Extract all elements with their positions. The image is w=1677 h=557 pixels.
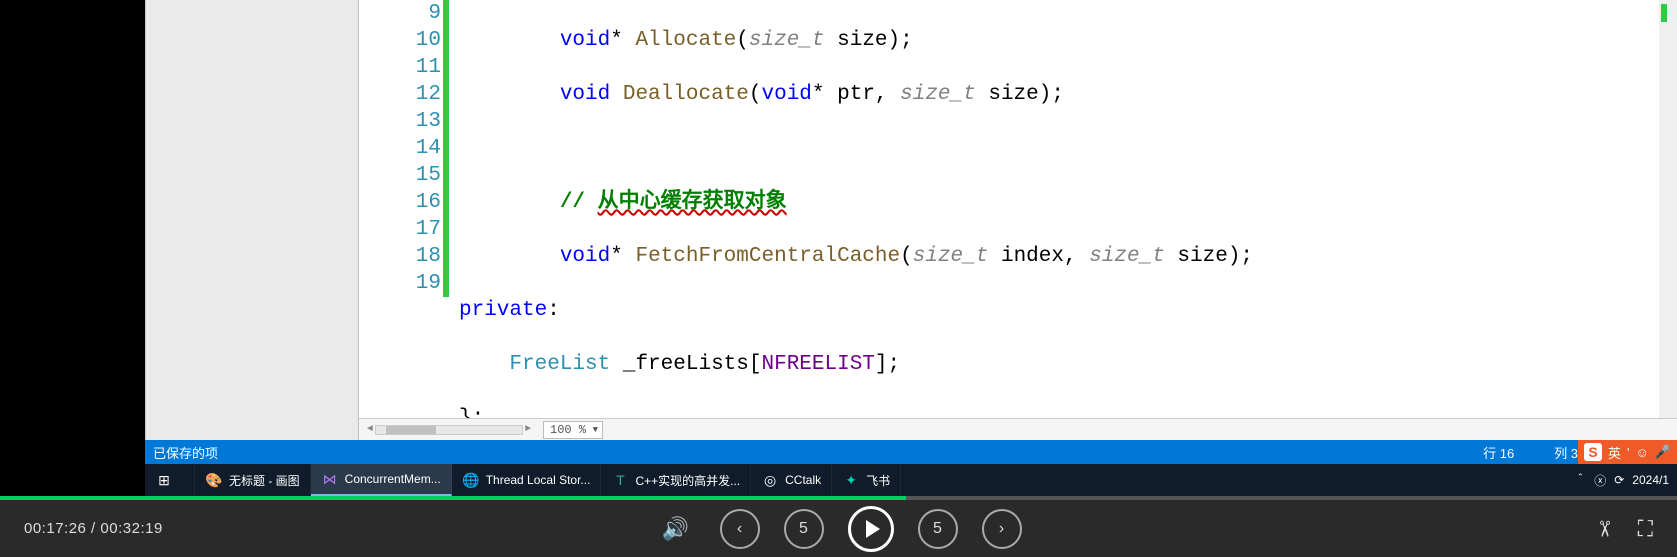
mic-icon: 🎤	[1655, 444, 1671, 460]
system-clock[interactable]: 2024/1	[1632, 473, 1669, 487]
prev-button[interactable]: ‹	[720, 509, 760, 549]
forward-icon: 5	[933, 520, 942, 538]
forward-5s-button[interactable]: 5	[918, 509, 958, 549]
line-number-gutter: 9 10 11 12 13 14 15 16 17 18 19	[359, 0, 449, 418]
taskbar-doc[interactable]: T C++实现的高并发...	[601, 464, 751, 496]
zoom-dropdown[interactable]: 100 % ▼	[543, 421, 603, 439]
code-editor[interactable]: 9 10 11 12 13 14 15 16 17 18 19 void*	[359, 0, 1677, 440]
ime-bar[interactable]: S 英 ' ☺ 🎤	[1578, 440, 1677, 464]
scroll-left-icon[interactable]: ◄	[365, 424, 375, 435]
volume-button[interactable]: 🔊	[656, 509, 696, 549]
smile-icon: ☺	[1636, 445, 1649, 460]
tray-sync-icon[interactable]: ⟳	[1614, 473, 1624, 487]
tray-close-icon[interactable]: ⓧ	[1594, 472, 1606, 489]
change-indicator	[443, 0, 449, 297]
rewind-5s-button[interactable]: 5	[784, 509, 824, 549]
paint-icon: 🎨	[205, 471, 223, 489]
windows-icon: ⊞	[155, 471, 173, 489]
feishu-icon: ✦	[842, 471, 860, 489]
progress-fill	[0, 496, 906, 500]
status-col: 列 3	[1554, 443, 1578, 462]
windows-taskbar[interactable]: ⊞ 🎨 无标题 - 画图 ⋈ ConcurrentMem... 🌐 Thread…	[145, 464, 1677, 496]
taskbar-visualstudio[interactable]: ⋈ ConcurrentMem...	[311, 464, 452, 496]
progress-bar[interactable]	[0, 496, 1677, 500]
doc-icon: T	[611, 471, 629, 489]
vs-status-bar: 已保存的项 行 16 列 3 S 英 ' ☺ 🎤	[145, 440, 1677, 464]
scroll-right-icon[interactable]: ►	[523, 424, 533, 435]
horizontal-scrollbar[interactable]: ◄ ►	[359, 421, 539, 439]
next-button[interactable]: ›	[982, 509, 1022, 549]
code-content[interactable]: void* Allocate(size_t size); void Deallo…	[449, 0, 1677, 418]
play-button[interactable]	[848, 506, 894, 552]
taskbar-paint[interactable]: 🎨 无标题 - 画图	[195, 464, 311, 496]
start-button[interactable]: ⊞	[145, 464, 195, 496]
time-display: 00:17:26 / 00:32:19	[24, 520, 163, 537]
video-player-bar[interactable]: 00:17:26 / 00:32:19 🔊 ‹ 5 5 › ✂ ⛶	[0, 496, 1677, 557]
vs-icon: ⋈	[321, 470, 339, 488]
rewind-icon: 5	[799, 520, 808, 538]
clip-button[interactable]: ✂	[1591, 519, 1617, 537]
cctalk-icon: ◎	[761, 471, 779, 489]
taskbar-feishu[interactable]: ✦ 飞书	[832, 464, 901, 496]
taskbar-chrome[interactable]: 🌐 Thread Local Stor...	[452, 464, 602, 496]
chrome-icon: 🌐	[462, 471, 480, 489]
status-saved: 已保存的项	[153, 443, 1443, 462]
sogou-icon: S	[1584, 443, 1602, 461]
chevron-left-icon: ‹	[737, 520, 742, 538]
chevron-down-icon: ▼	[593, 425, 598, 435]
fullscreen-button[interactable]: ⛶	[1638, 516, 1653, 542]
tray-chevron-icon[interactable]: ＾	[1574, 472, 1586, 489]
volume-icon: 🔊	[662, 516, 689, 542]
solution-explorer-panel[interactable]	[145, 0, 359, 440]
vertical-scrollbar[interactable]	[1659, 0, 1677, 418]
status-line: 行 16	[1483, 443, 1514, 462]
taskbar-cctalk[interactable]: ◎ CCtalk	[751, 464, 832, 496]
chevron-right-icon: ›	[999, 520, 1004, 538]
